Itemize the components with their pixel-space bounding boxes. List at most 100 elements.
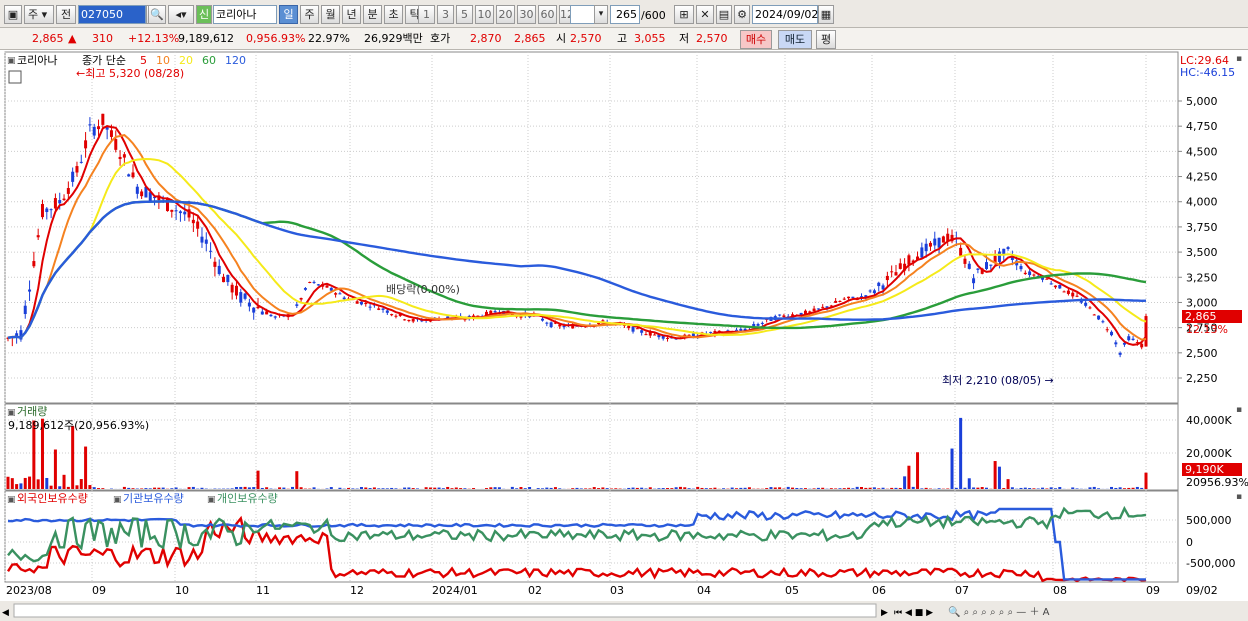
quote-bid2: 2,865 <box>514 32 546 45</box>
volume-bar <box>170 488 174 489</box>
candle-body <box>40 203 44 218</box>
volume-panel-icon: ▣ <box>7 408 16 418</box>
save-icon[interactable]: ▤ <box>716 5 732 24</box>
volume-bar <box>122 486 126 489</box>
volume-bar <box>985 487 989 489</box>
eval-button[interactable]: 평 <box>816 30 836 49</box>
volume-bar <box>592 487 596 489</box>
x-axis-label: 05 <box>785 584 799 597</box>
candle-body <box>631 326 635 332</box>
volume-bar <box>239 486 243 489</box>
period-tab-5[interactable]: 초 <box>384 5 403 24</box>
candle-body <box>898 263 902 269</box>
volume-bar <box>898 487 902 489</box>
foreign-line <box>6 515 1147 583</box>
interval-button-60[interactable]: 60 <box>538 5 557 24</box>
volume-tick-label: 40,000K <box>1186 414 1232 427</box>
prev-button[interactable]: 전 <box>56 5 76 24</box>
candle-body <box>920 247 924 258</box>
gear-icon[interactable]: ⚙ <box>734 5 750 24</box>
grid-toggle-icon <box>8 70 22 84</box>
buy-button[interactable]: 매수 <box>740 30 772 49</box>
interval-dropdown-icon[interactable]: ▾ <box>594 5 608 24</box>
quote-low: 2,570 <box>696 32 728 45</box>
speaker-icon[interactable]: ◂▾ <box>168 5 194 24</box>
search-icon[interactable]: 🔍 <box>148 5 166 24</box>
volume-bar <box>19 483 23 489</box>
candle-body <box>885 275 889 281</box>
quote-volume-ratio: 0,956.93% <box>246 32 306 45</box>
volume-bar <box>1075 488 1079 489</box>
period-tab-2[interactable]: 월 <box>321 5 340 24</box>
ma-line-120 <box>7 200 1147 339</box>
volume-bar <box>230 488 234 489</box>
quote-high: 3,055 <box>634 32 666 45</box>
dividend-annotation: 배당락(0.00%) <box>386 283 460 296</box>
candle-body <box>308 281 312 283</box>
candle-body <box>390 314 394 316</box>
volume-panel-close-icon: ▪ <box>1236 405 1242 415</box>
volume-bar <box>53 449 57 489</box>
volume-bar <box>648 487 652 489</box>
volume-tick-label: 20,000K <box>1186 447 1232 460</box>
interval-button-10[interactable]: 10 <box>475 5 494 24</box>
candle-body <box>734 329 738 331</box>
price-tick-label: 4,000 <box>1186 196 1218 209</box>
candle-body <box>1032 274 1036 276</box>
volume-bar <box>265 487 269 489</box>
calendar-icon[interactable]: ▦ <box>818 5 834 24</box>
volume-bar <box>45 477 49 489</box>
period-tab-4[interactable]: 분 <box>363 5 382 24</box>
count-input[interactable]: 265 <box>610 5 640 24</box>
volume-bar <box>252 487 256 489</box>
volume-bar <box>385 488 389 489</box>
volume-bar <box>954 487 958 489</box>
volume-bar <box>765 488 769 489</box>
volume-bar <box>437 487 441 489</box>
interval-button-1[interactable]: 1 <box>418 5 435 24</box>
volume-bar <box>148 488 152 489</box>
code-input[interactable]: 027050 <box>78 5 146 24</box>
interval-button-20[interactable]: 20 <box>496 5 515 24</box>
candle-body <box>23 305 27 315</box>
volume-bar <box>351 488 355 489</box>
candle-body <box>403 319 407 321</box>
crosshair-icon[interactable]: ✕ <box>696 5 714 24</box>
flow-legend-1: 기관보유수량 <box>123 492 184 505</box>
volume-current-pct: 20956.93% <box>1186 476 1248 489</box>
flow-panel-close-icon: ▪ <box>1236 492 1242 502</box>
interval-button-3[interactable]: 3 <box>437 5 454 24</box>
candle-body <box>666 337 670 339</box>
period-tab-3[interactable]: 년 <box>342 5 361 24</box>
volume-bar <box>1049 487 1053 489</box>
interval-button-30[interactable]: 30 <box>517 5 536 24</box>
date-input[interactable]: 2024/09/02 <box>752 5 818 24</box>
period-select[interactable]: 주 ▾ <box>24 5 54 24</box>
period-tab-1[interactable]: 주 <box>300 5 319 24</box>
candle-body <box>385 310 389 313</box>
volume-bar <box>959 417 963 489</box>
interval-button-5[interactable]: 5 <box>456 5 473 24</box>
stock-chart[interactable]: 5,000 4,750 4,500 4,250 4,000 3,750 3,500 3,250… <box>0 51 1248 621</box>
candle-type-icon[interactable]: ⊞ <box>674 5 694 24</box>
quote-open: 2,570 <box>570 32 602 45</box>
x-axis-label: 04 <box>697 584 711 597</box>
candle-body <box>135 186 139 194</box>
candle-body <box>868 290 872 292</box>
period-tab-0[interactable]: 일 <box>279 5 298 24</box>
candle-body <box>230 284 234 293</box>
ma-legend-60: 60 <box>202 54 216 67</box>
volume-bar <box>161 487 165 489</box>
main-toolbar: ▣ 주 ▾ 전 027050 ▾ 🔍 ◂▾ 신 코리아나 일주월년분초틱 135… <box>0 0 1248 28</box>
volume-bar <box>463 488 467 489</box>
sell-button[interactable]: 매도 <box>778 30 812 49</box>
volume-bar <box>515 488 519 489</box>
volume-bar <box>92 487 96 489</box>
candle-body <box>1140 343 1144 348</box>
layout-icon[interactable]: ▣ <box>4 5 22 24</box>
candle-body <box>325 285 329 288</box>
open-label: 시 <box>556 32 567 45</box>
volume-bar <box>66 486 70 489</box>
price-tick-label: 4,500 <box>1186 145 1218 158</box>
volume-bar <box>980 487 984 489</box>
